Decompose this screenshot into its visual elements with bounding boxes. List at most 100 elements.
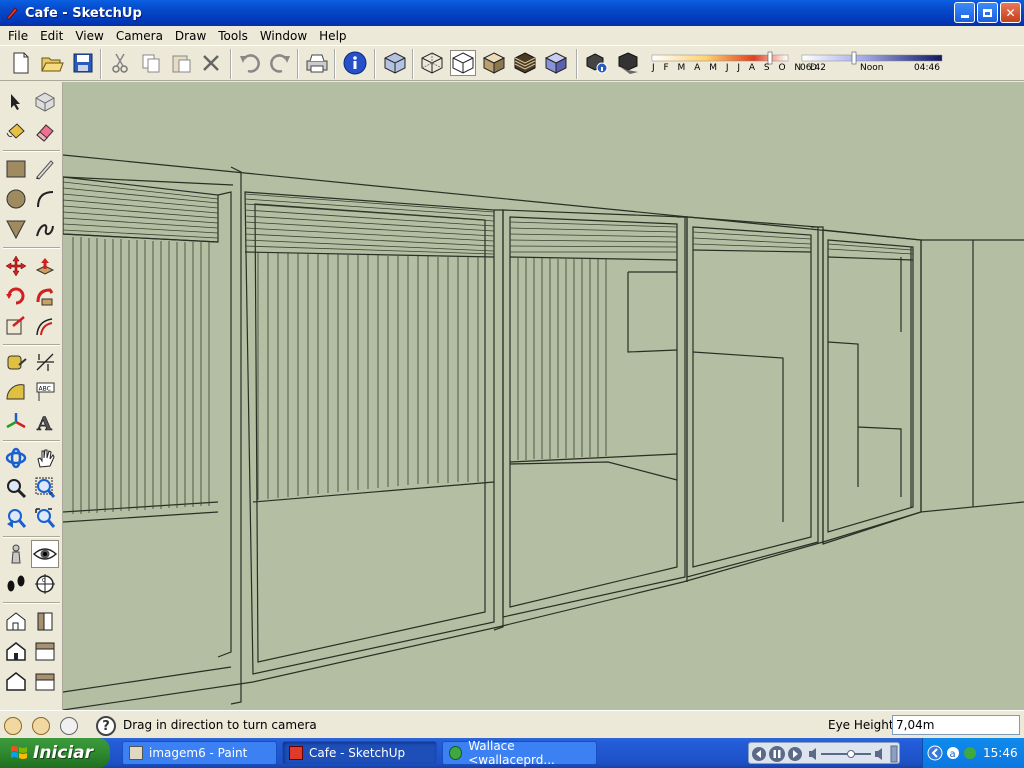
freehand-tool[interactable] [31, 215, 59, 243]
select-tool[interactable] [2, 88, 30, 116]
circle-icon [6, 189, 26, 209]
model-viewport[interactable] [63, 82, 1024, 710]
menu-draw[interactable]: Draw [169, 29, 212, 43]
tray-icons[interactable]: a [927, 738, 979, 768]
3d-text-tool[interactable]: A [31, 408, 59, 436]
open-folder-icon [41, 57, 64, 72]
zoom-window-tool[interactable] [31, 474, 59, 502]
media-player-controls [748, 742, 900, 764]
undo-button[interactable] [237, 50, 263, 76]
polygon-tool[interactable] [2, 215, 30, 243]
scale-icon [6, 316, 25, 335]
make-component-tool[interactable] [31, 88, 59, 116]
menu-view[interactable]: View [69, 29, 109, 43]
xray-style-button[interactable] [382, 50, 408, 76]
shaded-textures-button[interactable] [512, 50, 538, 76]
protractor-tool[interactable] [2, 378, 30, 406]
tape-measure-tool[interactable] [2, 348, 30, 376]
close-button[interactable]: ✕ [1000, 2, 1021, 23]
look-around-tool[interactable] [31, 540, 59, 568]
menu-window[interactable]: Window [254, 29, 313, 43]
orbit-tool[interactable] [2, 444, 30, 472]
walk-tool[interactable] [2, 570, 30, 598]
display-shadows-button[interactable] [615, 50, 641, 76]
move-tool[interactable] [2, 252, 30, 280]
text-label-icon: ABC [36, 382, 55, 401]
offset-tool[interactable] [31, 312, 59, 340]
save-icon [73, 53, 93, 73]
messenger-icon [449, 746, 463, 760]
paint-app-icon [129, 746, 143, 760]
copy-button[interactable] [138, 50, 164, 76]
paste-icon [172, 55, 191, 73]
model-info-button[interactable] [342, 50, 368, 76]
zoom-tool[interactable] [2, 474, 30, 502]
shadow-cube-icon [618, 52, 638, 74]
shaded-cube-icon [482, 52, 506, 74]
section-plane-tool[interactable]: C [31, 570, 59, 598]
hidden-line-style-button[interactable] [450, 50, 476, 76]
print-button[interactable] [304, 50, 330, 76]
paste-button[interactable] [168, 50, 194, 76]
text-tool[interactable]: ABC [31, 378, 59, 406]
iso-view-button[interactable] [2, 607, 30, 635]
menu-camera[interactable]: Camera [110, 29, 169, 43]
cut-button[interactable] [107, 50, 133, 76]
measurements-input[interactable] [892, 715, 1020, 735]
arc-icon [37, 191, 54, 208]
position-camera-tool[interactable] [2, 540, 30, 568]
circle-tool[interactable] [2, 185, 30, 213]
line-tool[interactable] [31, 155, 59, 183]
monochrome-style-button[interactable] [543, 50, 569, 76]
arrow-cursor-icon [11, 94, 20, 110]
start-button[interactable]: Iniciar [0, 738, 110, 768]
wireframe-style-button[interactable] [419, 50, 445, 76]
open-button[interactable] [39, 50, 65, 76]
rotate-tool[interactable] [2, 282, 30, 310]
media-controls-icons[interactable] [749, 743, 901, 765]
help-question-icon[interactable]: ? [96, 716, 116, 736]
undo-icon [240, 54, 260, 73]
previous-view-tool[interactable] [2, 504, 30, 532]
front-view-button[interactable] [2, 637, 30, 665]
scale-tool[interactable] [2, 312, 30, 340]
magnifier-icon [7, 479, 27, 499]
menu-file[interactable]: File [2, 29, 34, 43]
save-button[interactable] [70, 50, 96, 76]
task-sketchup[interactable]: Cafe - SketchUp [282, 741, 437, 765]
push-pull-icon [35, 258, 55, 275]
menu-tools[interactable]: Tools [212, 29, 254, 43]
erase-button[interactable] [198, 50, 224, 76]
right-view-button[interactable] [31, 607, 59, 635]
3d-text-icon: A [36, 413, 53, 433]
follow-me-tool[interactable] [31, 282, 59, 310]
back-view-button[interactable] [2, 667, 30, 695]
dimension-tool[interactable] [31, 348, 59, 376]
eraser-tool[interactable] [31, 118, 59, 146]
shaded-style-button[interactable] [481, 50, 507, 76]
rectangle-tool[interactable] [2, 155, 30, 183]
top-view-button[interactable] [31, 637, 59, 665]
restore-button[interactable] [977, 2, 998, 23]
sketchup-app-icon [6, 7, 18, 20]
pan-tool[interactable] [31, 444, 59, 472]
task-paint[interactable]: imagem6 - Paint [122, 741, 277, 765]
axes-tool[interactable] [2, 408, 30, 436]
user-icon[interactable] [60, 717, 78, 735]
minimize-button[interactable] [954, 2, 975, 23]
redo-icon [270, 54, 290, 73]
push-pull-tool[interactable] [31, 252, 59, 280]
arc-tool[interactable] [31, 185, 59, 213]
paint-bucket-tool[interactable] [2, 118, 30, 146]
redo-button[interactable] [267, 50, 293, 76]
shadow-settings-button[interactable] [584, 50, 610, 76]
left-view-button[interactable] [31, 667, 59, 695]
credits-icon[interactable] [32, 717, 50, 735]
new-file-button[interactable] [8, 50, 34, 76]
task-messenger[interactable]: Wallace <wallaceprd... [442, 739, 597, 767]
menu-help[interactable]: Help [313, 29, 352, 43]
geo-location-icon[interactable] [4, 717, 22, 735]
zoom-extents-tool[interactable] [31, 504, 59, 532]
menu-edit[interactable]: Edit [34, 29, 69, 43]
iso-house-icon [6, 612, 26, 631]
